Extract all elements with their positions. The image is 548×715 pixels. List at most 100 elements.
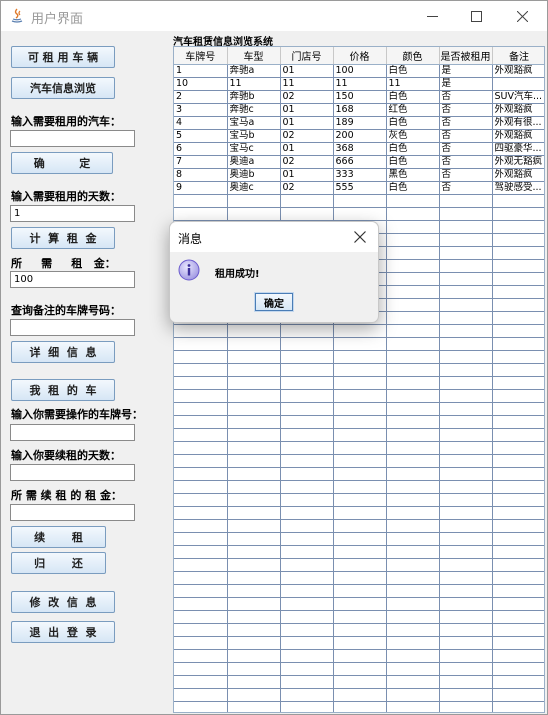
operate-plate-input[interactable] — [10, 424, 135, 441]
table-cell[interactable]: 666 — [333, 155, 387, 169]
table-column-header[interactable]: 备注 — [492, 47, 544, 65]
table-cell[interactable] — [227, 324, 281, 338]
table-cell[interactable] — [227, 649, 281, 663]
table-cell[interactable] — [227, 402, 281, 416]
table-column-header[interactable]: 车型 — [227, 47, 281, 65]
table-cell[interactable]: 02 — [280, 129, 334, 143]
table-row[interactable]: 8 奥迪b 01 333 黑色否外观豁疯 — [174, 168, 544, 182]
table-cell[interactable] — [492, 363, 544, 377]
table-cell[interactable]: 白色 — [386, 155, 440, 169]
table-cell[interactable]: 6 — [174, 142, 228, 156]
table-cell[interactable] — [386, 675, 440, 689]
table-cell[interactable] — [227, 584, 281, 598]
table-cell[interactable] — [492, 246, 544, 260]
table-cell[interactable] — [280, 506, 334, 520]
dialog-ok-button[interactable]: 确定 — [254, 292, 294, 312]
table-cell[interactable]: 外观豁疯 — [492, 129, 544, 143]
table-cell[interactable] — [333, 597, 387, 611]
return-button[interactable]: 归 还 — [11, 552, 106, 574]
table-cell[interactable] — [227, 350, 281, 364]
table-row[interactable]: 3 奔驰c 01 168 红色否外观豁疯 — [174, 103, 544, 117]
table-cell[interactable]: 368 — [333, 142, 387, 156]
table-cell[interactable] — [174, 376, 228, 390]
table-cell[interactable] — [386, 623, 440, 637]
table-cell[interactable]: 8 — [174, 168, 228, 182]
dialog-close-button[interactable] — [350, 228, 370, 246]
table-empty-row[interactable] — [174, 558, 544, 572]
table-cell[interactable]: 02 — [280, 90, 334, 104]
table-cell[interactable] — [174, 662, 228, 676]
renew-rent-field[interactable] — [10, 504, 135, 521]
table-cell[interactable]: 200 — [333, 129, 387, 143]
table-cell[interactable]: 189 — [333, 116, 387, 130]
table-cell[interactable]: 外观无豁疯 — [492, 155, 544, 169]
table-cell[interactable] — [492, 519, 544, 533]
table-column-header[interactable]: 价格 — [333, 47, 387, 65]
table-cell[interactable] — [439, 311, 493, 325]
table-empty-row[interactable] — [174, 467, 544, 481]
table-cell[interactable] — [492, 233, 544, 247]
table-cell[interactable]: 否 — [439, 116, 493, 130]
table-cell[interactable] — [333, 376, 387, 390]
table-cell[interactable] — [280, 571, 334, 585]
table-cell[interactable] — [492, 311, 544, 325]
table-cell[interactable] — [439, 519, 493, 533]
table-cell[interactable]: 4 — [174, 116, 228, 130]
table-column-header[interactable]: 车牌号 — [174, 47, 228, 65]
table-cell[interactable]: 红色 — [386, 103, 440, 117]
table-empty-row[interactable] — [174, 649, 544, 663]
table-cell[interactable] — [492, 77, 544, 91]
table-cell[interactable] — [492, 649, 544, 663]
table-cell[interactable] — [492, 688, 544, 702]
table-empty-row[interactable] — [174, 688, 544, 702]
table-cell[interactable] — [174, 584, 228, 598]
table-cell[interactable]: 是 — [439, 77, 493, 91]
confirm-button[interactable]: 确 定 — [11, 152, 113, 174]
table-cell[interactable] — [492, 389, 544, 403]
table-cell[interactable] — [386, 688, 440, 702]
table-cell[interactable] — [439, 701, 493, 712]
table-empty-row[interactable] — [174, 545, 544, 559]
table-cell[interactable] — [439, 649, 493, 663]
table-cell[interactable] — [227, 545, 281, 559]
table-empty-row[interactable] — [174, 506, 544, 520]
table-cell[interactable] — [492, 558, 544, 572]
table-cell[interactable] — [174, 194, 228, 208]
table-cell[interactable] — [386, 649, 440, 663]
table-cell[interactable] — [174, 610, 228, 624]
table-cell[interactable]: 1 — [174, 64, 228, 78]
table-cell[interactable] — [227, 558, 281, 572]
table-cell[interactable] — [439, 285, 493, 299]
table-cell[interactable] — [439, 480, 493, 494]
table-cell[interactable] — [227, 610, 281, 624]
table-cell[interactable] — [174, 623, 228, 637]
table-cell[interactable]: 否 — [439, 142, 493, 156]
car-info-table[interactable]: 车牌号 车型 门店号 价格 颜色 是否被租用 备注 1 奔驰a 01 100 白色是外观豁疯 10 11… — [173, 46, 545, 713]
table-cell[interactable] — [333, 558, 387, 572]
table-cell[interactable] — [280, 363, 334, 377]
table-cell[interactable] — [333, 467, 387, 481]
table-cell[interactable]: 2 — [174, 90, 228, 104]
table-cell[interactable] — [227, 467, 281, 481]
table-cell[interactable]: 奔驰a — [227, 64, 281, 78]
table-cell[interactable] — [280, 688, 334, 702]
calculate-rent-button[interactable]: 计 算 租 金 — [11, 227, 115, 249]
table-cell[interactable] — [386, 480, 440, 494]
table-cell[interactable] — [227, 662, 281, 676]
table-column-header[interactable]: 颜色 — [386, 47, 440, 65]
table-cell[interactable] — [333, 194, 387, 208]
table-cell[interactable] — [227, 675, 281, 689]
table-cell[interactable] — [280, 337, 334, 351]
table-cell[interactable]: 否 — [439, 129, 493, 143]
table-cell[interactable] — [227, 194, 281, 208]
table-empty-row[interactable] — [174, 441, 544, 455]
table-cell[interactable] — [492, 194, 544, 208]
table-cell[interactable] — [280, 558, 334, 572]
table-cell[interactable] — [386, 467, 440, 481]
table-cell[interactable] — [492, 324, 544, 338]
table-cell[interactable] — [492, 701, 544, 712]
table-cell[interactable]: 01 — [280, 142, 334, 156]
table-cell[interactable] — [333, 441, 387, 455]
table-cell[interactable] — [174, 506, 228, 520]
modify-info-button[interactable]: 修 改 信 息 — [11, 591, 115, 613]
